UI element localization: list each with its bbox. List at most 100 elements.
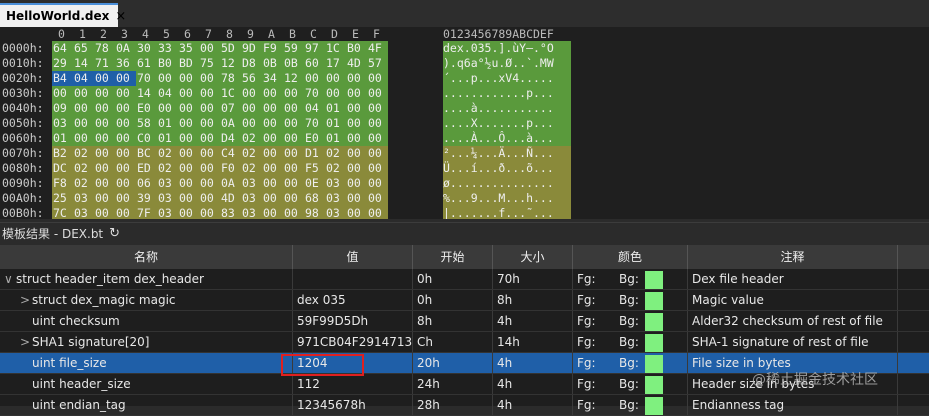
hex-byte[interactable]: 00 xyxy=(94,146,115,161)
hex-byte[interactable]: 12 xyxy=(283,71,304,86)
hex-byte[interactable]: 12 xyxy=(220,56,241,71)
hex-byte[interactable]: 00 xyxy=(115,101,136,116)
col-header-value[interactable]: 值 xyxy=(293,245,413,269)
hex-byte[interactable]: 03 xyxy=(73,191,94,206)
hex-byte[interactable]: 02 xyxy=(73,146,94,161)
hex-byte[interactable]: 00 xyxy=(94,191,115,206)
hex-byte[interactable]: 00 xyxy=(94,101,115,116)
hex-byte[interactable]: 00 xyxy=(367,146,388,161)
hex-byte[interactable]: C0 xyxy=(136,131,157,146)
ascii-text[interactable]: Ü...í...ð...õ... xyxy=(443,161,571,176)
hex-byte[interactable]: 00 xyxy=(367,176,388,191)
hex-byte[interactable]: 7F xyxy=(136,206,157,219)
hex-byte[interactable]: 00 xyxy=(262,86,283,101)
hex-byte[interactable]: 03 xyxy=(325,191,346,206)
table-row[interactable]: ∨ struct header_item dex_header 0h 70h Fg: Bg… xyxy=(0,269,929,290)
ascii-text[interactable]: ............p... xyxy=(443,86,571,101)
hex-byte[interactable]: 70 xyxy=(136,71,157,86)
hex-byte[interactable]: 00 xyxy=(262,161,283,176)
hex-byte[interactable]: C4 xyxy=(220,146,241,161)
hex-byte[interactable]: 07 xyxy=(220,101,241,116)
hex-byte[interactable]: B2 xyxy=(52,146,73,161)
hex-byte[interactable]: 03 xyxy=(325,176,346,191)
hex-byte[interactable]: 00 xyxy=(199,191,220,206)
hex-byte[interactable]: 33 xyxy=(157,41,178,56)
hex-byte[interactable]: 00 xyxy=(94,86,115,101)
hex-byte[interactable]: BC xyxy=(136,146,157,161)
hex-byte[interactable]: 01 xyxy=(325,116,346,131)
hex-byte[interactable]: E0 xyxy=(136,101,157,116)
hex-byte[interactable]: 00 xyxy=(73,131,94,146)
hex-byte[interactable]: 04 xyxy=(304,101,325,116)
hex-byte[interactable]: 00 xyxy=(367,161,388,176)
hex-byte[interactable]: 00 xyxy=(283,191,304,206)
hex-byte[interactable]: 00 xyxy=(283,146,304,161)
ascii-text[interactable]: dex.035.].ùY—.°O xyxy=(443,41,571,56)
hex-byte[interactable]: 00 xyxy=(199,71,220,86)
hex-byte[interactable]: 00 xyxy=(262,206,283,219)
hex-byte[interactable]: 00 xyxy=(157,101,178,116)
ascii-text[interactable]: ).q6a°½u.Ø..`.MW xyxy=(443,56,571,71)
hex-byte[interactable]: 00 xyxy=(283,206,304,219)
hex-byte[interactable]: 68 xyxy=(304,191,325,206)
expander-icon[interactable]: ∨ xyxy=(4,269,16,289)
hex-byte[interactable]: 56 xyxy=(241,71,262,86)
hex-byte[interactable]: 00 xyxy=(115,116,136,131)
hex-byte[interactable]: 00 xyxy=(115,191,136,206)
hex-byte[interactable]: 00 xyxy=(94,71,115,86)
hex-byte[interactable]: 02 xyxy=(157,161,178,176)
hex-byte[interactable]: 00 xyxy=(115,161,136,176)
hex-byte[interactable]: 00 xyxy=(325,86,346,101)
hex-byte[interactable]: 61 xyxy=(136,56,157,71)
hex-byte[interactable]: 0A xyxy=(115,41,136,56)
hex-byte[interactable]: 00 xyxy=(346,191,367,206)
ascii-text[interactable]: %...9...M...h... xyxy=(443,191,571,206)
table-row[interactable]: uint checksum 59F99D5Dh 8h 4h Fg: Bg: Alder32 … xyxy=(0,311,929,332)
hex-byte[interactable]: 34 xyxy=(262,71,283,86)
hex-byte[interactable]: 0B xyxy=(283,56,304,71)
hex-byte[interactable]: 9D xyxy=(241,41,262,56)
hex-byte[interactable]: 00 xyxy=(178,206,199,219)
hex-byte[interactable]: 00 xyxy=(325,71,346,86)
hex-byte[interactable]: 0A xyxy=(220,176,241,191)
hex-byte[interactable]: 00 xyxy=(367,101,388,116)
hex-byte[interactable]: F0 xyxy=(220,161,241,176)
hex-byte[interactable]: 0A xyxy=(220,116,241,131)
hex-byte[interactable]: 4D xyxy=(346,56,367,71)
hex-byte[interactable]: 00 xyxy=(262,101,283,116)
hex-byte[interactable]: 00 xyxy=(199,146,220,161)
hex-byte[interactable]: 00 xyxy=(262,176,283,191)
hex-byte[interactable]: 00 xyxy=(262,131,283,146)
hex-byte[interactable]: 00 xyxy=(283,161,304,176)
hex-byte[interactable]: 04 xyxy=(157,86,178,101)
hex-byte[interactable]: 02 xyxy=(241,131,262,146)
hex-byte[interactable]: 00 xyxy=(178,161,199,176)
hex-byte[interactable]: 00 xyxy=(283,101,304,116)
hex-byte[interactable]: 70 xyxy=(304,116,325,131)
hex-byte[interactable]: B0 xyxy=(157,56,178,71)
hex-byte[interactable]: 00 xyxy=(73,86,94,101)
hex-byte[interactable]: 00 xyxy=(73,101,94,116)
hex-byte[interactable]: 03 xyxy=(157,191,178,206)
hex-byte[interactable]: 00 xyxy=(178,146,199,161)
hex-byte[interactable]: 02 xyxy=(157,146,178,161)
hex-byte[interactable]: 03 xyxy=(325,206,346,219)
hex-byte[interactable]: 01 xyxy=(52,131,73,146)
hex-byte[interactable]: 00 xyxy=(241,116,262,131)
hex-byte[interactable]: 04 xyxy=(73,71,94,86)
hex-byte[interactable]: 00 xyxy=(346,131,367,146)
col-header-size[interactable]: 大小 xyxy=(493,245,573,269)
hex-byte[interactable]: 00 xyxy=(115,71,136,86)
hex-byte[interactable]: 03 xyxy=(241,176,262,191)
hex-byte[interactable]: 00 xyxy=(346,176,367,191)
hex-byte[interactable]: 78 xyxy=(220,71,241,86)
hex-byte[interactable]: 00 xyxy=(241,101,262,116)
hex-byte[interactable]: 01 xyxy=(325,131,346,146)
hex-byte[interactable]: 00 xyxy=(178,116,199,131)
hex-byte[interactable]: 00 xyxy=(199,176,220,191)
hex-byte[interactable]: 30 xyxy=(136,41,157,56)
hex-byte[interactable]: 4D xyxy=(220,191,241,206)
hex-byte[interactable]: 00 xyxy=(262,116,283,131)
hex-byte[interactable]: 00 xyxy=(262,191,283,206)
hex-byte[interactable]: F9 xyxy=(262,41,283,56)
